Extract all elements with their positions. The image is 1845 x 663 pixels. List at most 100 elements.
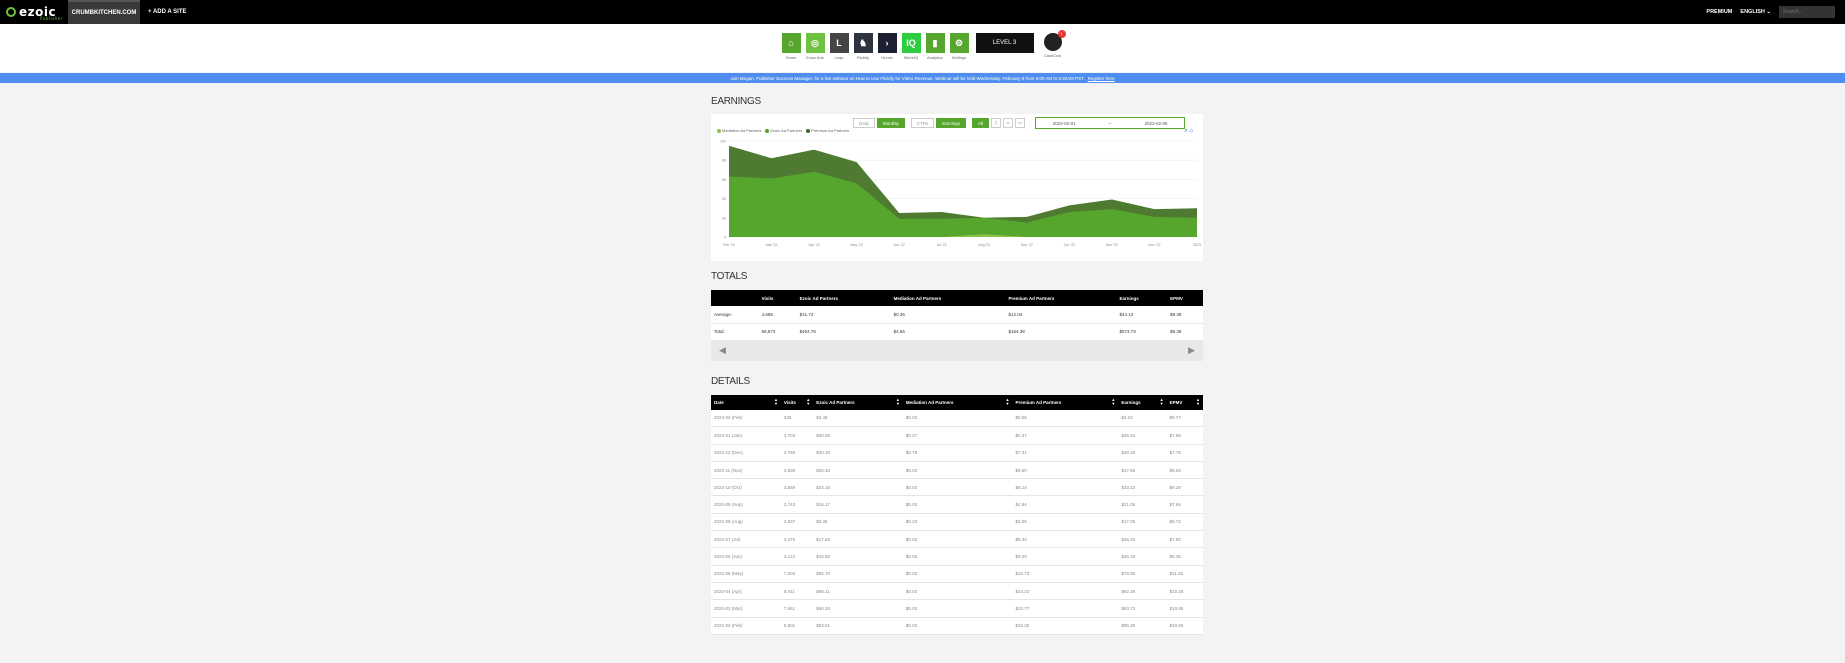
sort-icon[interactable]: ▲ ▼ bbox=[806, 397, 810, 406]
table-cell: $37.95 bbox=[1118, 461, 1167, 480]
table-cell: $9.28 bbox=[1166, 478, 1203, 497]
cashcow-label: CashCow bbox=[1043, 53, 1062, 58]
table-row: 2022-08 (Aug) 2,537 $0.36 $0.33 $3.05 $17.05 $… bbox=[711, 513, 1203, 532]
nav-item-nicheiq[interactable]: IQ NicheIQ bbox=[901, 33, 922, 60]
nav-item-ezoic-ads[interactable]: ◎ Ezoic Ads bbox=[805, 33, 826, 60]
x-tick-label: Mar '22 bbox=[766, 243, 778, 247]
table-cell: $9.63 bbox=[1166, 461, 1203, 480]
table-cell: $9.29 bbox=[1012, 547, 1119, 566]
table-cell: $7.86 bbox=[1166, 426, 1203, 445]
header-label: Visits bbox=[783, 399, 796, 405]
nav-item-analytics[interactable]: ▮ Analytics bbox=[925, 33, 946, 60]
totals-header-3: Mediation Ad Partners bbox=[890, 290, 1006, 306]
earnings-title: EARNINGS bbox=[711, 96, 761, 107]
table-cell: 2022-08 (Aug) bbox=[711, 513, 781, 532]
sort-icon[interactable]: ▲ ▼ bbox=[1196, 397, 1200, 406]
sort-icon[interactable]: ▲ ▼ bbox=[1160, 397, 1164, 406]
add-site-link[interactable]: + ADD A SITE bbox=[148, 9, 187, 15]
nav-item-settings[interactable]: ⚙ Settings bbox=[949, 33, 970, 60]
details-header-5[interactable]: Earnings ▲ ▼ bbox=[1118, 394, 1167, 410]
notification-badge: 1 bbox=[1057, 30, 1066, 38]
nav-item-humix[interactable]: › Humix bbox=[877, 33, 898, 60]
table-row: 2022-07 (Jul) 3,375 $17.83 $0.03 $8.32 $26.33… bbox=[711, 530, 1203, 549]
x-tick-label: Apr '22 bbox=[808, 243, 819, 247]
table-row: 2022-03 (Mar) 7,661 $60.33 $0.03 $22.77 $83.7… bbox=[711, 599, 1203, 618]
nav-label: Ezoic Ads bbox=[806, 55, 824, 60]
register-link[interactable]: Register here bbox=[1088, 76, 1115, 81]
totals-header-0 bbox=[711, 290, 759, 306]
sort-icon[interactable]: ▲ ▼ bbox=[896, 397, 900, 406]
table-cell: $6.72 bbox=[1166, 513, 1203, 532]
details-header-1[interactable]: Visits ▲ ▼ bbox=[780, 394, 814, 410]
details-header-0[interactable]: Date ▲ ▼ bbox=[711, 394, 781, 410]
table-cell: $8.14 bbox=[1012, 478, 1119, 497]
nav-label: Analytics bbox=[926, 55, 943, 60]
table-cell: 4,685 bbox=[758, 306, 797, 324]
nav-item-leap[interactable]: L Leap bbox=[829, 33, 850, 60]
table-cell: $22.73 bbox=[1012, 565, 1119, 583]
table-cell: $0.36 bbox=[890, 306, 1006, 324]
table-cell: 2022-05 (May) bbox=[711, 565, 781, 583]
sort-icon[interactable]: ▲ ▼ bbox=[1006, 397, 1010, 406]
table-cell: $7.80 bbox=[1166, 530, 1203, 549]
table-cell: 2023-02 (Feb) bbox=[711, 409, 781, 428]
nav-item-home[interactable]: ⌂ Home bbox=[781, 33, 802, 60]
table-cell: $24.18 bbox=[813, 478, 903, 497]
details-header-6[interactable]: EPMV ▲ ▼ bbox=[1166, 394, 1203, 410]
y-tick-label: 40 bbox=[722, 197, 726, 201]
table-cell: $17.05 bbox=[1118, 513, 1167, 532]
table-cell: 2022-11 (Nov) bbox=[711, 461, 781, 480]
x-tick-label: May '22 bbox=[850, 243, 862, 247]
table-cell: $9.38 bbox=[1167, 323, 1203, 341]
table-cell: $7.75 bbox=[1166, 444, 1203, 462]
totals-title: TOTALS bbox=[711, 271, 748, 282]
details-header-3[interactable]: Mediation Ad Partners ▲ ▼ bbox=[902, 394, 1013, 410]
table-cell: $28.33 bbox=[813, 461, 903, 480]
table-cell: $164.38 bbox=[1005, 323, 1117, 341]
analytics-icon: ▮ bbox=[925, 33, 945, 53]
header-label: Visits bbox=[761, 295, 774, 301]
nav-item-flickify[interactable]: ♞ Flickify bbox=[853, 33, 874, 60]
table-row: 2022-04 (Apr) 9,011 $68.11 $0.03 $24.22 $92.3… bbox=[711, 582, 1203, 601]
table-cell: $8.32 bbox=[1012, 530, 1119, 549]
totals-header-2: Ezoic Ad Partners bbox=[796, 290, 891, 306]
table-cell: $20.06 bbox=[813, 426, 903, 445]
table-row: 2022-10 (Oct) 3,558 $24.18 $0.03 $8.14 $33.22… bbox=[711, 478, 1203, 497]
totals-header-4: Premium Ad Partners bbox=[1005, 290, 1117, 306]
prev-arrow-icon[interactable]: ◀ bbox=[719, 345, 726, 356]
table-row: 2022-06 (Jun) 3,113 $16.80 $0.03 $9.29 $26.18… bbox=[711, 547, 1203, 566]
table-cell: $11.26 bbox=[1166, 565, 1203, 583]
language-selector[interactable]: ENGLISH ⌄ bbox=[1740, 9, 1771, 15]
table-cell: $2.48 bbox=[813, 409, 903, 428]
table-cell: $0.03 bbox=[902, 478, 1013, 497]
logo-subtext: Publisher bbox=[40, 16, 63, 21]
table-cell: $44.12 bbox=[1116, 306, 1168, 324]
table-cell: $7.65 bbox=[1166, 495, 1203, 514]
header-label: EPMV bbox=[1169, 399, 1183, 405]
table-cell: 58,873 bbox=[758, 323, 797, 341]
sort-icon[interactable]: ▲ ▼ bbox=[1111, 397, 1115, 406]
table-cell: $12.04 bbox=[1005, 306, 1117, 324]
ezoic-logo[interactable]: ezoic Publisher bbox=[0, 0, 68, 24]
table-row: 2022-02 (Feb) 8,801 $63.51 $0.03 $32.30 $95.3… bbox=[711, 617, 1203, 635]
cashcow-button[interactable]: 1 CashCow bbox=[1041, 30, 1066, 58]
details-header-4[interactable]: Premium Ad Partners ▲ ▼ bbox=[1012, 394, 1119, 410]
table-row: 2023-02 (Feb) 338 $2.48 $0.03 $0.58 $3.22 $9.7… bbox=[711, 409, 1203, 428]
totals-header-1: Visits bbox=[758, 290, 797, 306]
next-arrow-icon[interactable]: ▶ bbox=[1188, 345, 1195, 356]
search-input[interactable] bbox=[1779, 6, 1835, 18]
details-header-2[interactable]: Ezoic Ad Partners ▲ ▼ bbox=[813, 394, 903, 410]
table-cell: $7.31 bbox=[1012, 444, 1119, 462]
table-cell: $21.05 bbox=[1118, 495, 1167, 514]
table-cell: $26.33 bbox=[1118, 530, 1167, 549]
level-banner[interactable]: LEVEL 3 bbox=[975, 33, 1034, 53]
site-tab[interactable]: CRUMBKITCHEN.COM bbox=[68, 0, 140, 24]
table-cell: $33.22 bbox=[1118, 478, 1167, 497]
app-nav: ⌂ Home ◎ Ezoic Ads L Leap ♞ Flickify › Humix IQ Nic… bbox=[0, 24, 1845, 72]
header-label: Earnings bbox=[1119, 295, 1139, 301]
premium-link[interactable]: PREMIUM bbox=[1706, 9, 1732, 15]
table-cell: 2022-12 (Dec) bbox=[711, 444, 781, 462]
sort-icon[interactable]: ▲ ▼ bbox=[774, 397, 778, 406]
earnings-chart-panel: Daily Monthly CTRs Earnings All ▯ ▭ ▭ 20… bbox=[711, 114, 1203, 261]
table-cell: $55.70 bbox=[813, 565, 903, 583]
